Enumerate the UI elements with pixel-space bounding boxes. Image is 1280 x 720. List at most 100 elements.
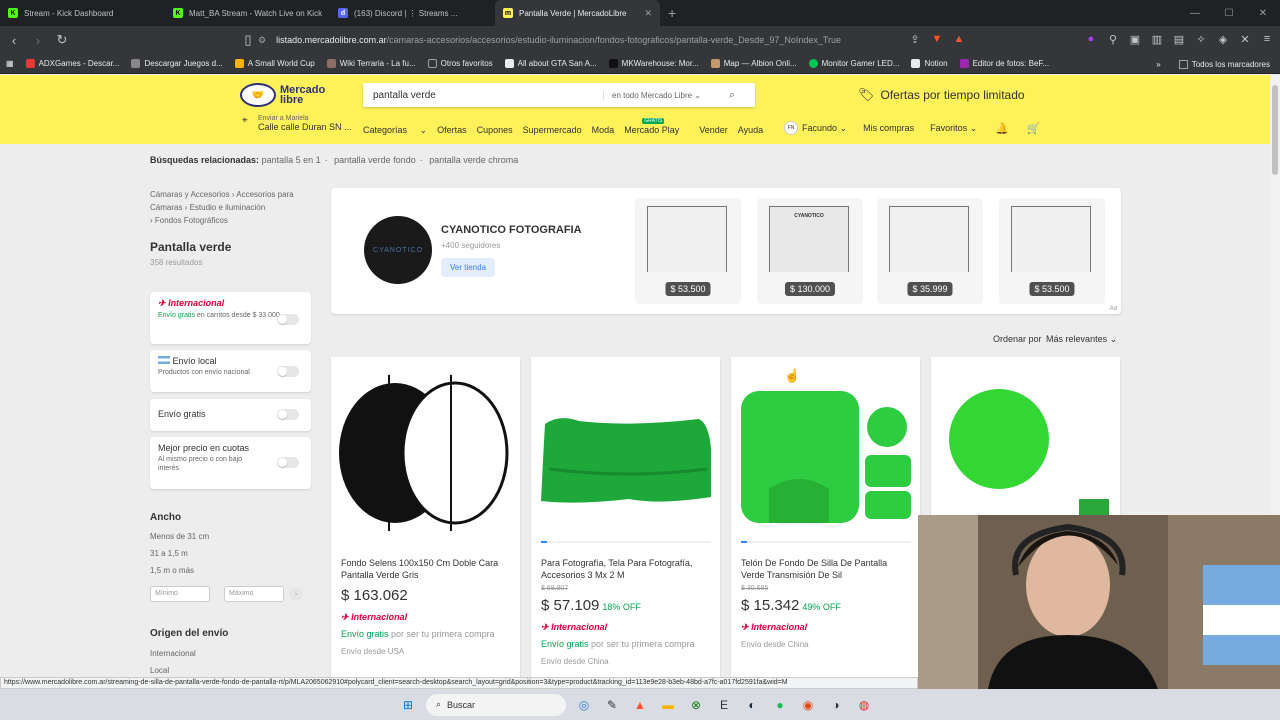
xbox-icon[interactable]: ⊗ — [686, 696, 706, 714]
steam-icon[interactable]: ◐ — [742, 696, 762, 714]
filter-origen-option[interactable]: Internacional — [150, 649, 196, 658]
store-product[interactable]: $ 53.500 — [635, 198, 741, 304]
screenshot-icon[interactable]: ▣ — [1128, 30, 1142, 48]
breadcrumb-link[interactable]: Cámaras y Accesorios — [150, 190, 230, 199]
filter-cuotas[interactable]: Mejor precio en cuotas Al mismo precio o… — [150, 437, 311, 489]
product-title[interactable]: Para Fotografía, Tela Para Fotografía, A… — [541, 557, 711, 581]
bookmark-item[interactable]: All about GTA San A... — [499, 59, 603, 68]
bookmark-icon[interactable]: ▯ — [238, 30, 258, 50]
nav-ofertas[interactable]: Ofertas — [437, 125, 467, 136]
filter-internacional[interactable]: ✈ Internacional Envío gratis en carritos… — [150, 292, 311, 344]
url-field[interactable]: ⚙ listado.mercadolibre.com.ar/camaras-ac… — [258, 30, 978, 50]
brave-shield-icon[interactable]: ▼ — [930, 30, 944, 48]
share-icon[interactable]: ⇪ — [908, 30, 922, 48]
nav-mercado-play[interactable]: GRATIS Mercado Play — [624, 118, 689, 136]
search-icon[interactable]: ⌕ — [729, 89, 735, 102]
sort-dropdown[interactable]: Ordenar por Más relevantes ⌄ — [993, 334, 1117, 345]
toggle-switch[interactable] — [277, 314, 299, 325]
max-width-input[interactable]: Máximo — [224, 586, 284, 602]
nav-ayuda[interactable]: Ayuda — [738, 125, 763, 136]
copilot-icon[interactable]: ◎ — [574, 696, 594, 714]
filter-origen-option[interactable]: Local — [150, 666, 169, 675]
search-input[interactable]: pantalla verde — [373, 90, 603, 101]
bookmark-item[interactable]: Monitor Gamer LED... — [803, 59, 906, 68]
nav-supermercado[interactable]: Supermercado — [523, 125, 582, 136]
related-search-link[interactable]: pantalla verde chroma — [429, 155, 518, 165]
filter-envio-gratis[interactable]: Envío gratis — [150, 399, 311, 431]
apps-icon[interactable]: ▦ — [0, 59, 20, 68]
nav-vender[interactable]: Vender — [699, 125, 728, 136]
shipping-address[interactable]: ⌖ Enviar a Mariela Calle calle Duran SN … — [242, 114, 352, 132]
discord-taskbar-icon[interactable]: ◍ — [854, 696, 874, 714]
bookmark-item[interactable]: Map — Albion Onli... — [705, 59, 803, 68]
back-icon[interactable]: ‹ — [4, 30, 24, 50]
windows-start-icon[interactable]: ⊞ — [398, 696, 418, 714]
extension-icon[interactable]: ● — [1084, 30, 1098, 48]
search-box[interactable]: pantalla verde en todo Mercado Libre ⌄ ⌕ — [363, 83, 755, 107]
wallet-icon[interactable]: ▤ — [1172, 30, 1186, 48]
search-scope-select[interactable]: en todo Mercado Libre ⌄ — [603, 90, 723, 100]
close-extension-icon[interactable]: ✕ — [1238, 30, 1252, 48]
bell-icon[interactable]: 🔔 — [995, 122, 1009, 135]
bookmark-item[interactable]: Descargar Juegos d... — [125, 59, 228, 68]
tab-kick-dashboard[interactable]: K Stream - Kick Dashboard — [0, 0, 165, 26]
nav-cupones[interactable]: Cupones — [477, 125, 513, 136]
breadcrumb-link[interactable]: Estudio e iluminación — [190, 203, 266, 212]
view-store-button[interactable]: Ver tienda — [441, 258, 496, 277]
sidebar-icon[interactable]: ▥ — [1150, 30, 1164, 48]
my-purchases-link[interactable]: Mis compras — [863, 123, 914, 133]
bookmark-item[interactable]: A Small World Cup — [229, 59, 321, 68]
mercadolibre-logo[interactable]: 🤝 Mercado libre — [240, 83, 325, 107]
brave-rewards-icon[interactable]: ▲ — [952, 30, 966, 48]
bookmark-item[interactable]: Wiki Terraria - La fu... — [321, 59, 422, 68]
nav-moda[interactable]: Moda — [592, 125, 615, 136]
epic-games-icon[interactable]: E — [714, 696, 734, 714]
breadcrumb-link[interactable]: Fondos Fotográficos — [155, 216, 228, 225]
avatar[interactable]: FN — [784, 121, 798, 135]
bookmark-folder[interactable]: Otros favoritos — [422, 59, 499, 68]
toggle-switch[interactable] — [277, 366, 299, 377]
store-product[interactable]: $ 35.999 — [877, 198, 983, 304]
close-window-icon[interactable]: ✕ — [1246, 0, 1280, 26]
all-bookmarks[interactable]: » Todos los marcadores — [1156, 54, 1270, 74]
taskbar-search[interactable]: ⌕ Buscar — [426, 693, 566, 716]
obs-icon[interactable]: ◉ — [798, 696, 818, 714]
steam-alt-icon[interactable]: ◑ — [826, 696, 846, 714]
filter-envio-local[interactable]: Envío local Productos con envío nacional — [150, 350, 311, 392]
user-name[interactable]: Facundo ⌄ — [802, 123, 847, 134]
product-title[interactable]: Telón De Fondo De Silla De Pantalla Verd… — [741, 557, 911, 581]
maximize-icon[interactable]: ☐ — [1212, 0, 1246, 26]
bookmark-item[interactable]: Notion — [905, 59, 953, 68]
product-card[interactable]: Para Fotografía, Tela Para Fotografía, A… — [531, 357, 720, 687]
puzzle-icon[interactable]: ⚲ — [1106, 30, 1120, 48]
close-tab-icon[interactable]: ✕ — [644, 8, 652, 19]
tab-discord[interactable]: d (163) Discord | ⋮ Streams ... — [330, 0, 495, 26]
product-card[interactable]: Fondo Selens 100x150 Cm Doble Cara Panta… — [331, 357, 520, 687]
min-width-input[interactable]: Mínimo — [150, 586, 210, 602]
image-carousel-indicator[interactable] — [541, 541, 711, 543]
vpn-icon[interactable]: ◈ — [1216, 30, 1230, 48]
store-name[interactable]: CYANOTICO FOTOGRAFIA — [441, 224, 582, 236]
limited-offers-link[interactable]: 🏷 Ofertas por tiempo limitado — [858, 87, 1025, 103]
store-product[interactable]: $ 53.500 — [999, 198, 1105, 304]
official-store-banner[interactable]: CYANOTICO CYANOTICO FOTOGRAFIA +400 segu… — [331, 188, 1121, 314]
new-tab-button[interactable]: + — [668, 5, 676, 21]
site-info-icon[interactable]: ⚙ — [258, 35, 266, 46]
apply-range-button[interactable]: › — [289, 587, 303, 601]
toggle-switch[interactable] — [277, 409, 299, 420]
favorites-link[interactable]: Favoritos ⌄ — [930, 123, 977, 134]
bookmark-item[interactable]: ADXGames - Descar... — [20, 59, 126, 68]
file-explorer-icon[interactable]: ▬ — [658, 696, 678, 714]
toggle-switch[interactable] — [277, 457, 299, 468]
tab-kick-stream[interactable]: K Matt_BA Stream - Watch Live on Kick — [165, 0, 330, 26]
reload-icon[interactable]: ↻ — [52, 30, 72, 50]
filter-ancho-option[interactable]: 31 a 1,5 m — [150, 549, 188, 558]
leo-icon[interactable]: ✧ — [1194, 30, 1208, 48]
image-carousel-indicator[interactable] — [741, 541, 911, 543]
nav-categorias[interactable]: Categorías ⌄ — [363, 125, 427, 136]
tab-mercadolibre[interactable]: m Pantalla Verde | MercadoLibre ✕ — [495, 0, 660, 26]
brave-icon[interactable]: ▲ — [630, 696, 650, 714]
bookmark-item[interactable]: Editor de fotos: BeF... — [954, 59, 1055, 68]
spotify-icon[interactable]: ● — [770, 696, 790, 714]
store-product[interactable]: CYANOTICO $ 130.000 — [757, 198, 863, 304]
